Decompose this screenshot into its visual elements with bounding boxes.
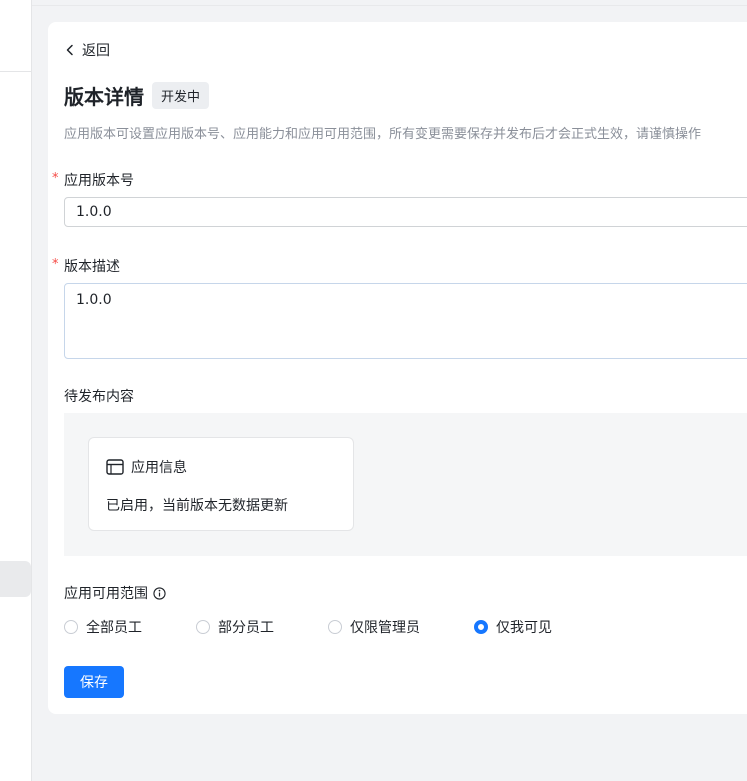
window-icon [106,459,124,475]
radio-circle[interactable] [196,620,210,634]
required-mark: * [52,171,59,186]
app-info-card[interactable]: 应用信息 已启用，当前版本无数据更新 [88,437,354,531]
info-icon[interactable] [153,586,166,600]
radio-label: 全部员工 [86,620,142,636]
pending-content-label: 待发布内容 [64,389,134,405]
radio-circle[interactable] [328,620,342,634]
version-input[interactable]: 1.0.0 [64,197,747,227]
scope-label-row: 应用可用范围 [64,583,166,603]
radio-label: 仅我可见 [496,620,552,636]
pending-content-area: 应用信息 已启用，当前版本无数据更新 [64,413,747,556]
scope-option-admins[interactable]: 仅限管理员 [328,617,474,637]
save-button[interactable]: 保存 [64,666,124,698]
title-row: 版本详情 开发中 [64,81,210,110]
back-label: 返回 [82,43,110,59]
top-bar [32,0,747,6]
version-detail-card: 返回 版本详情 开发中 应用版本可设置应用版本号、应用能力和应用可用范围，所有变… [48,22,747,714]
scope-radio-group: 全部员工 部分员工 仅限管理员 仅我可见 [64,617,552,637]
scope-option-all[interactable]: 全部员工 [64,617,196,637]
version-label: 应用版本号 [64,173,134,189]
description-label: 版本描述 [64,259,120,275]
sidebar [0,0,32,781]
app-info-title: 应用信息 [131,460,187,476]
radio-label: 仅限管理员 [350,620,420,636]
scope-option-partial[interactable]: 部分员工 [196,617,328,637]
chevron-left-icon [66,44,73,56]
app-info-header: 应用信息 [106,457,187,477]
description-textarea[interactable]: 1.0.0 [64,283,747,359]
radio-circle-checked[interactable] [474,620,488,634]
sidebar-active-item[interactable] [0,561,31,597]
status-badge: 开发中 [152,82,210,109]
page-description: 应用版本可设置应用版本号、应用能力和应用可用范围，所有变更需要保存并发布后才会正… [64,127,702,142]
scope-option-only-me[interactable]: 仅我可见 [474,617,552,637]
app-info-body: 已启用，当前版本无数据更新 [106,498,288,514]
page-title: 版本详情 [64,85,144,109]
sidebar-divider [0,71,31,72]
required-mark: * [52,257,59,272]
scope-label: 应用可用范围 [64,586,148,602]
back-link[interactable]: 返回 [64,40,110,60]
radio-label: 部分员工 [218,620,274,636]
radio-circle[interactable] [64,620,78,634]
